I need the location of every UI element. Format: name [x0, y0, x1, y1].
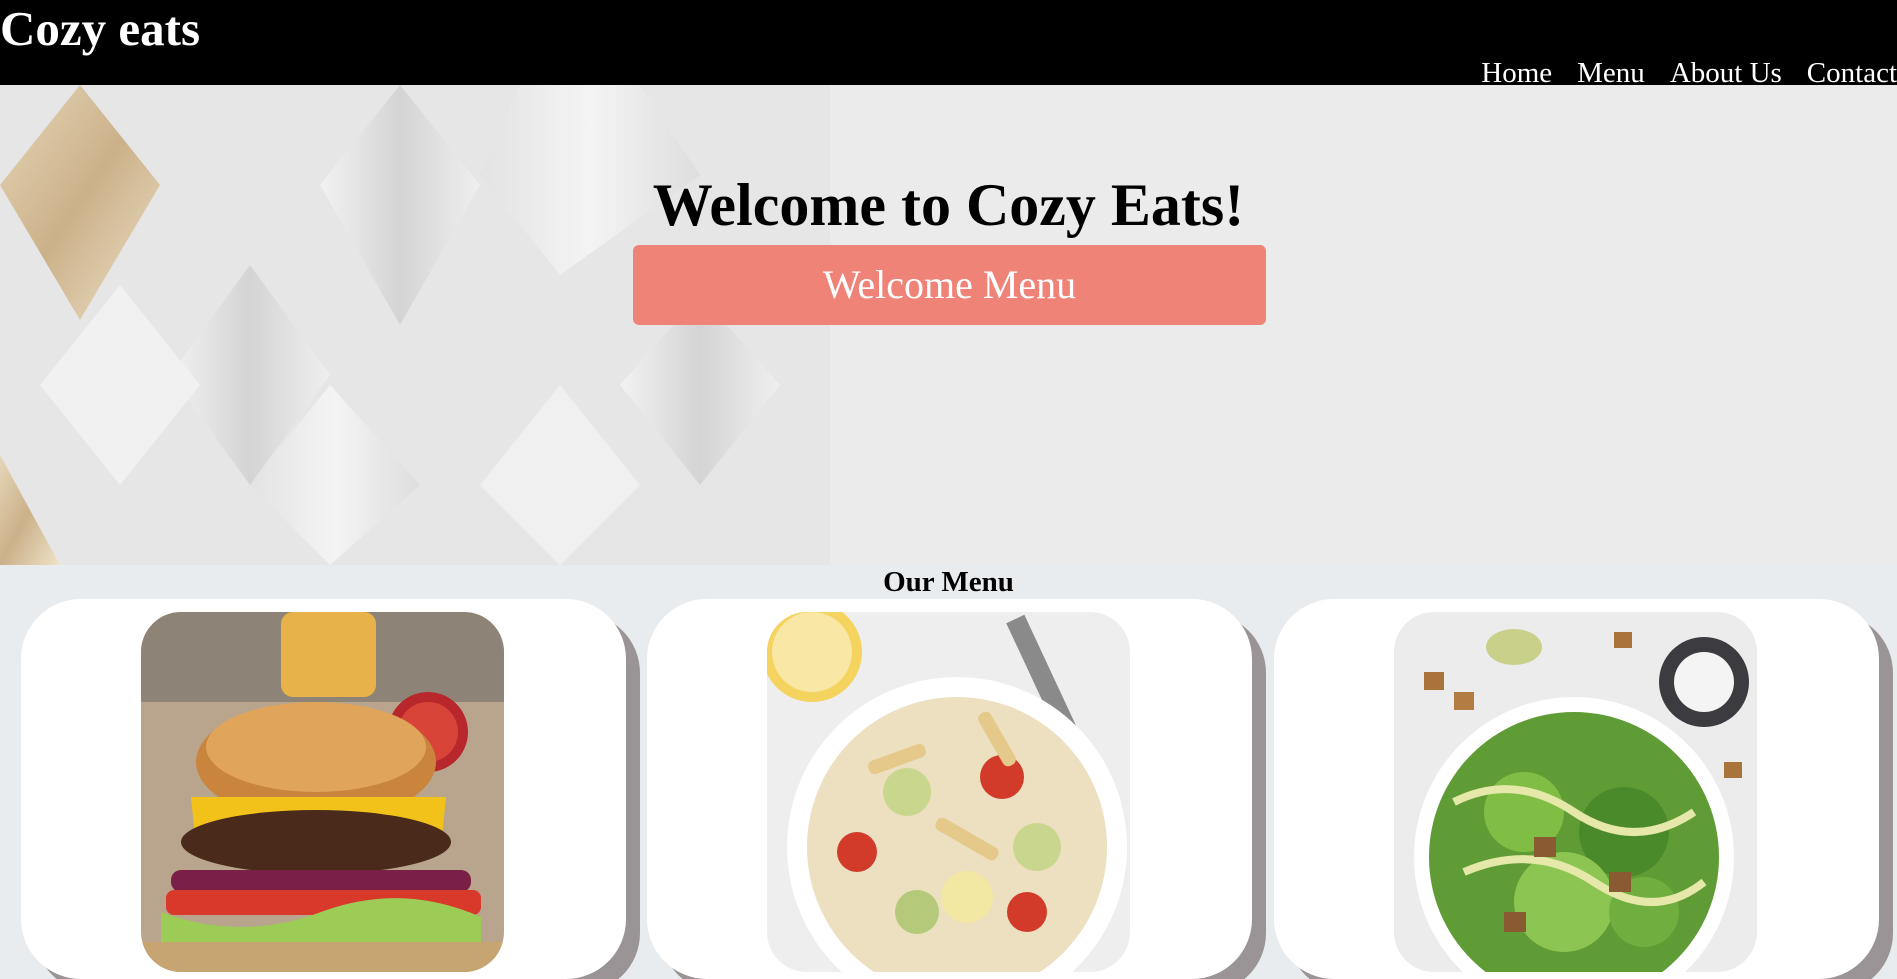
- main-nav: Home Menu About Us Contact: [1456, 53, 1897, 89]
- nav-contact-link[interactable]: Contact: [1782, 53, 1897, 89]
- menu-card-pasta[interactable]: [647, 599, 1252, 979]
- brand-logo[interactable]: Cozy eats: [0, 0, 200, 58]
- burger-photo: [141, 612, 504, 972]
- menu-card-burger[interactable]: [21, 599, 626, 979]
- nav-home-link[interactable]: Home: [1456, 53, 1552, 89]
- hero-background-pattern: [0, 85, 1897, 565]
- welcome-menu-button[interactable]: Welcome Menu: [633, 245, 1266, 325]
- hero-title: Welcome to Cozy Eats!: [652, 172, 1245, 238]
- pasta-salad-photo: [767, 612, 1130, 972]
- menu-section-title: Our Menu: [883, 566, 1014, 598]
- nav-menu-link[interactable]: Menu: [1552, 53, 1645, 89]
- caesar-salad-photo: [1394, 612, 1757, 972]
- site-header: Cozy eats Home Menu About Us Contact: [0, 0, 1897, 89]
- hero-section: Welcome to Cozy Eats! Welcome Menu: [0, 85, 1897, 565]
- nav-about-link[interactable]: About Us: [1645, 53, 1782, 89]
- menu-card-salad[interactable]: [1274, 599, 1879, 979]
